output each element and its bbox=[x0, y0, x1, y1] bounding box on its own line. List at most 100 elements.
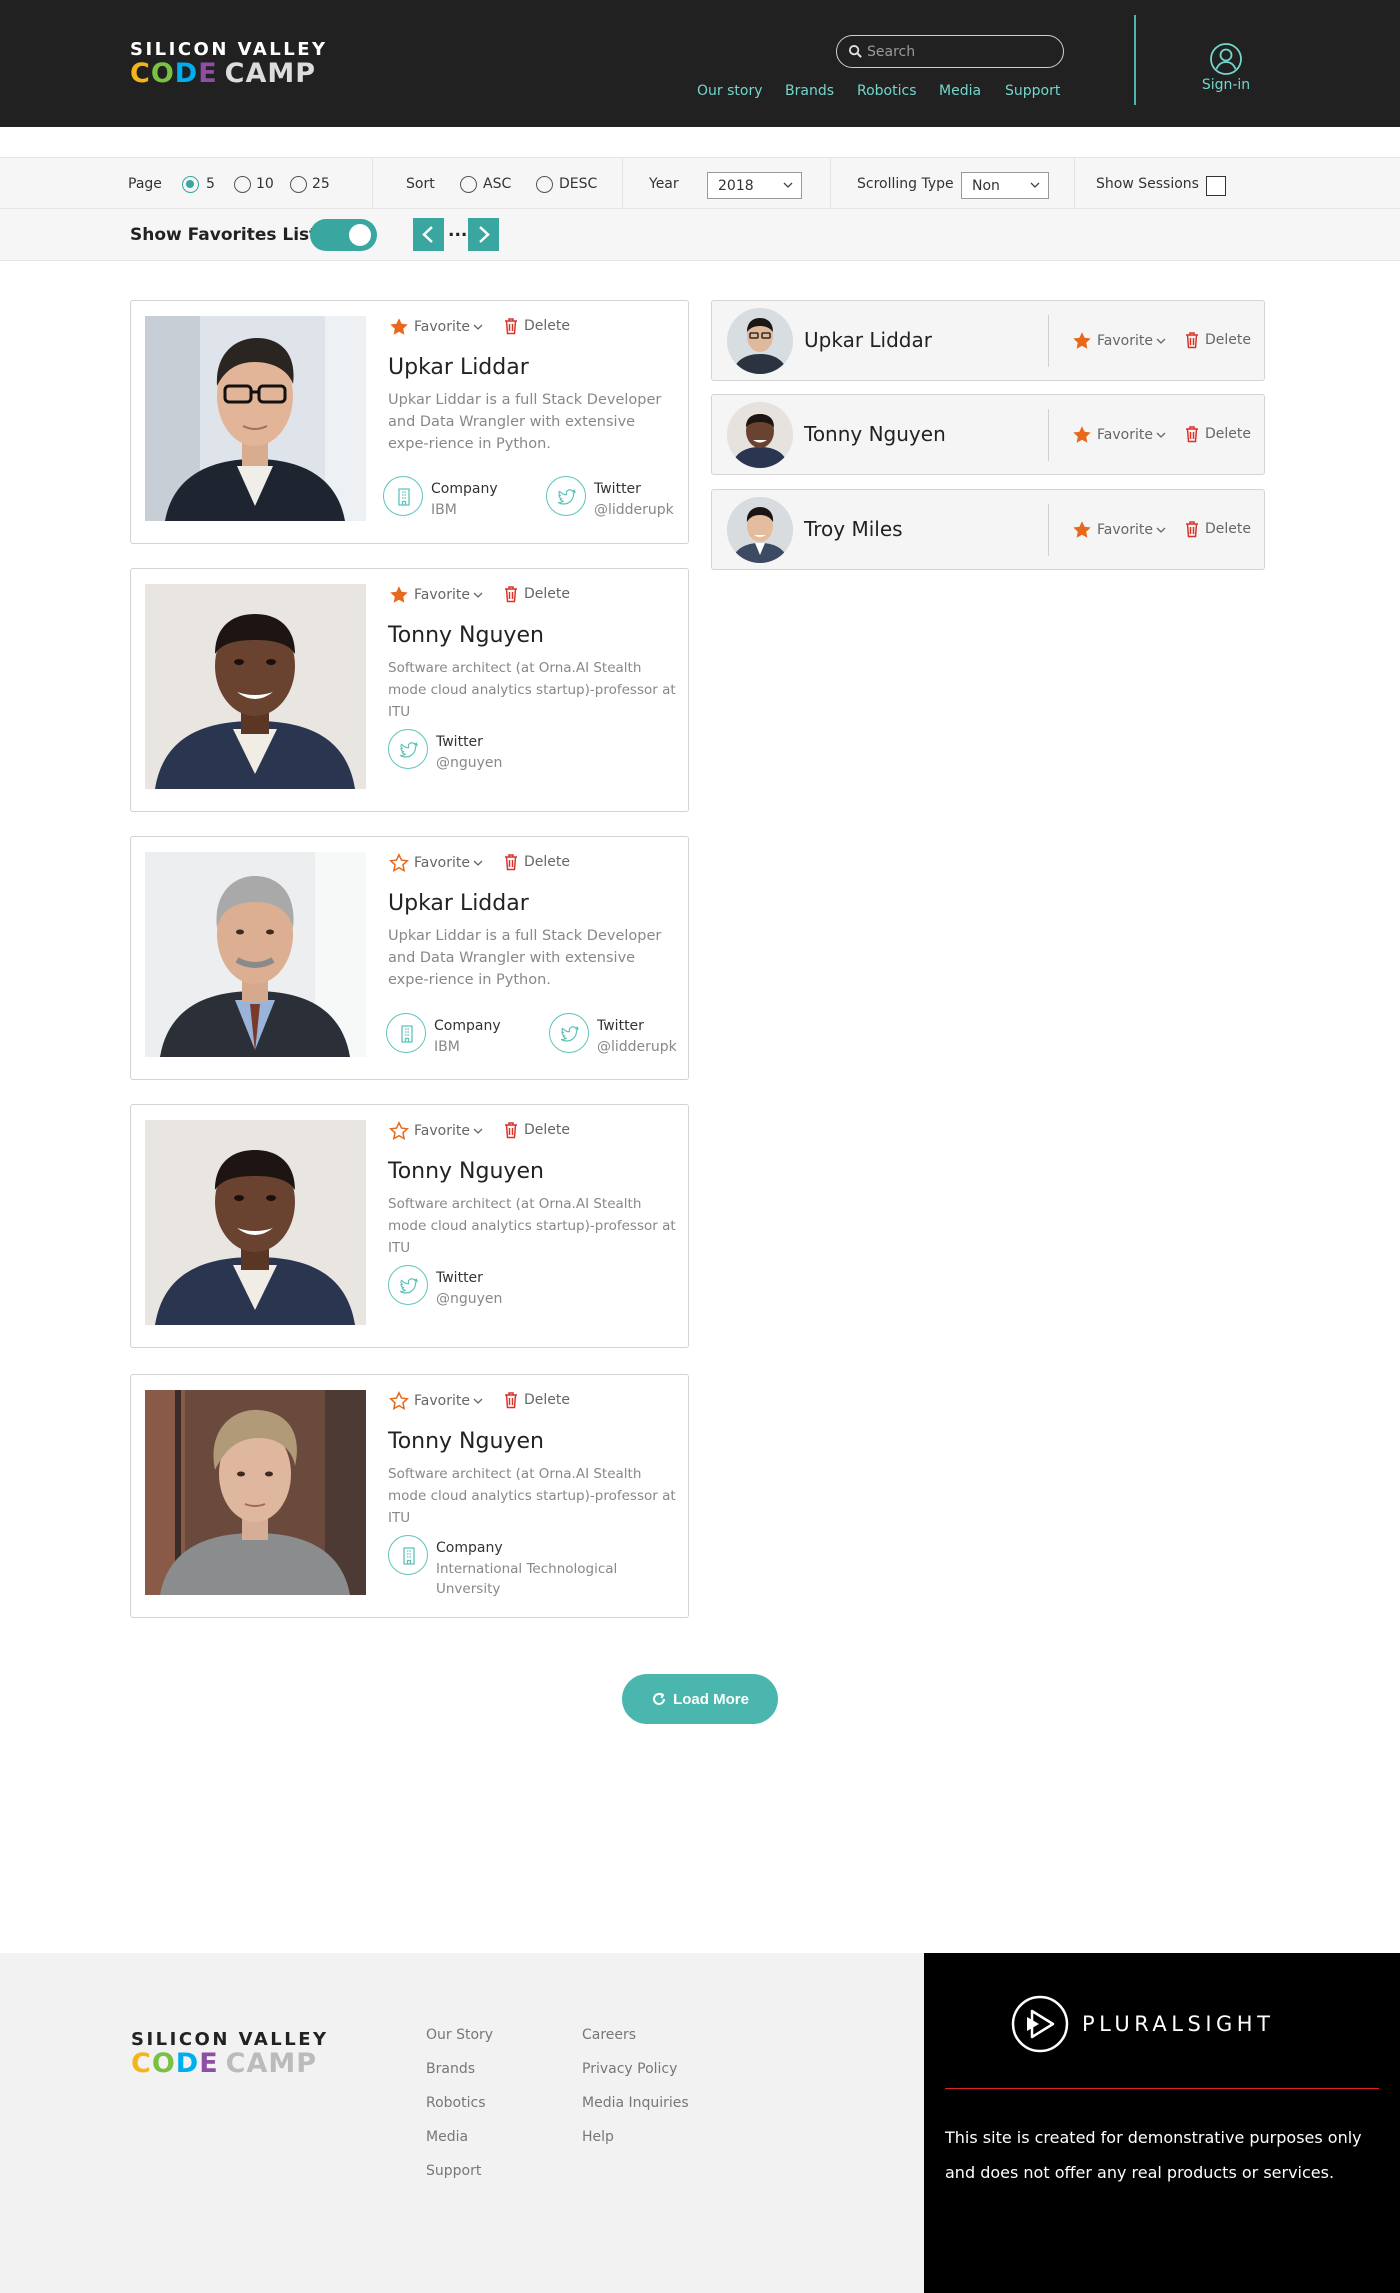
star-icon bbox=[389, 317, 409, 337]
nav-robotics[interactable]: Robotics bbox=[857, 83, 917, 99]
star-icon bbox=[1072, 425, 1092, 445]
footer-link-privacy-policy[interactable]: Privacy Policy bbox=[582, 2061, 677, 2077]
chevron-down-icon bbox=[473, 592, 483, 598]
footer-link-robotics[interactable]: Robotics bbox=[426, 2095, 486, 2111]
favorite-button[interactable]: Favorite bbox=[1072, 331, 1171, 351]
trash-icon bbox=[1184, 425, 1200, 443]
speaker-name: Upkar Liddar bbox=[388, 355, 529, 380]
speaker-name: Tonny Nguyen bbox=[388, 1429, 544, 1454]
favorite-name: Tonny Nguyen bbox=[804, 422, 946, 446]
sort-radio-desc[interactable] bbox=[536, 176, 553, 193]
favorite-button[interactable]: Favorite bbox=[389, 1391, 488, 1411]
delete-button[interactable]: Delete bbox=[503, 1121, 570, 1139]
filter-divider bbox=[372, 158, 373, 208]
chevron-right-icon bbox=[479, 226, 490, 243]
building-icon bbox=[386, 1013, 426, 1053]
favorite-button[interactable]: Favorite bbox=[1072, 520, 1171, 540]
twitter-handle[interactable]: @nguyen bbox=[436, 1289, 616, 1309]
nav-media[interactable]: Media bbox=[939, 83, 981, 99]
footer-link-our-story[interactable]: Our Story bbox=[426, 2027, 493, 2043]
show-favorites-toggle[interactable] bbox=[310, 219, 377, 251]
site-logo[interactable]: SILICON VALLEY CODE CAMP bbox=[130, 40, 328, 88]
twitter-handle[interactable]: @lidderupk bbox=[597, 1037, 777, 1057]
prev-page-button[interactable] bbox=[413, 218, 444, 251]
chevron-down-icon bbox=[1156, 338, 1166, 344]
twitter-info: Twitter @nguyen bbox=[388, 729, 616, 773]
sort-label: Sort bbox=[406, 176, 435, 192]
delete-button[interactable]: Delete bbox=[503, 585, 570, 603]
favorite-button[interactable]: Favorite bbox=[1072, 425, 1171, 445]
nav-our-story[interactable]: Our story bbox=[697, 83, 763, 99]
sort-radio-asc[interactable] bbox=[460, 176, 477, 193]
speaker-name: Tonny Nguyen bbox=[388, 1159, 544, 1184]
delete-button[interactable]: Delete bbox=[1184, 331, 1251, 349]
page-radio-5[interactable] bbox=[182, 176, 199, 193]
pluralsight-logo-text: PLURALSIGHT bbox=[1082, 2012, 1275, 2036]
star-icon bbox=[1072, 520, 1092, 540]
speaker-bio: Software architect (at Orna.AI Stealth m… bbox=[388, 660, 676, 720]
avatar bbox=[727, 402, 793, 468]
show-sessions-label: Show Sessions bbox=[1096, 176, 1199, 192]
scrolling-type-select[interactable]: Non bbox=[961, 172, 1049, 199]
speaker-card: Favorite Delete Tonny Nguyen Software ar… bbox=[130, 1374, 689, 1618]
signin-button[interactable]: Sign-in bbox=[1195, 42, 1257, 93]
footer-link-brands[interactable]: Brands bbox=[426, 2061, 475, 2077]
speaker-photo bbox=[145, 584, 366, 789]
trash-icon bbox=[1184, 331, 1200, 349]
footer-link-media-inquiries[interactable]: Media Inquiries bbox=[582, 2095, 689, 2111]
speaker-photo bbox=[145, 852, 366, 1057]
delete-button[interactable]: Delete bbox=[503, 1391, 570, 1409]
footer-link-careers[interactable]: Careers bbox=[582, 2027, 636, 2043]
delete-button[interactable]: Delete bbox=[503, 317, 570, 335]
chevron-down-icon bbox=[473, 1398, 483, 1404]
pluralsight-panel: PLURALSIGHT This site is created for dem… bbox=[924, 1953, 1400, 2293]
trash-icon bbox=[503, 585, 519, 603]
load-more-button[interactable]: Load More bbox=[622, 1674, 778, 1724]
favorite-button[interactable]: Favorite bbox=[389, 585, 488, 605]
delete-button[interactable]: Delete bbox=[1184, 425, 1251, 443]
speaker-bio: Upkar Liddar is a full Stack Developer a… bbox=[388, 928, 662, 988]
pager-ellipsis: ... bbox=[448, 221, 468, 241]
speaker-photo bbox=[145, 1390, 366, 1595]
show-sessions-checkbox[interactable] bbox=[1206, 176, 1226, 196]
nav-brands[interactable]: Brands bbox=[785, 83, 834, 99]
page-option-5: 5 bbox=[206, 176, 215, 192]
twitter-icon bbox=[549, 1013, 589, 1053]
building-icon bbox=[388, 1535, 428, 1575]
scrolling-type-label: Scrolling Type bbox=[857, 176, 954, 192]
footer-link-help[interactable]: Help bbox=[582, 2129, 614, 2145]
nav-support[interactable]: Support bbox=[1005, 83, 1060, 99]
sort-option-desc: DESC bbox=[559, 176, 598, 192]
refresh-icon bbox=[653, 1692, 666, 1705]
delete-button[interactable]: Delete bbox=[1184, 520, 1251, 538]
next-page-button[interactable] bbox=[468, 218, 499, 251]
favorites-bar: Show Favorites List ... bbox=[0, 209, 1400, 261]
show-favorites-label: Show Favorites List bbox=[130, 225, 318, 245]
footer-link-media[interactable]: Media bbox=[426, 2129, 468, 2145]
page-option-25: 25 bbox=[312, 176, 330, 192]
chevron-down-icon bbox=[473, 324, 483, 330]
speaker-photo bbox=[145, 1120, 366, 1325]
twitter-icon bbox=[388, 1265, 428, 1305]
page-radio-25[interactable] bbox=[290, 176, 307, 193]
speaker-bio: Software architect (at Orna.AI Stealth m… bbox=[388, 1466, 676, 1526]
footer-link-support[interactable]: Support bbox=[426, 2163, 481, 2179]
footer-logo[interactable]: SILICON VALLEY CODE CAMP bbox=[131, 2030, 329, 2078]
trash-icon bbox=[503, 1391, 519, 1409]
chevron-left-icon bbox=[422, 226, 433, 243]
twitter-icon bbox=[388, 729, 428, 769]
twitter-handle[interactable]: @nguyen bbox=[436, 753, 616, 773]
header-divider bbox=[1134, 15, 1136, 105]
twitter-info: Twitter @nguyen bbox=[388, 1265, 616, 1309]
disclaimer-text: This site is created for demonstrative p… bbox=[945, 2128, 1362, 2182]
delete-button[interactable]: Delete bbox=[503, 853, 570, 871]
favorite-button[interactable]: Favorite bbox=[389, 1121, 488, 1141]
star-icon bbox=[1072, 331, 1092, 351]
favorite-button[interactable]: Favorite bbox=[389, 317, 488, 337]
twitter-info: Twitter @lidderupk bbox=[549, 1013, 777, 1057]
page-radio-10[interactable] bbox=[234, 176, 251, 193]
speaker-card: Favorite Delete Tonny Nguyen Software ar… bbox=[130, 568, 689, 812]
search-input[interactable] bbox=[867, 41, 1052, 63]
year-select[interactable]: 2018 bbox=[707, 172, 802, 199]
favorite-button[interactable]: Favorite bbox=[389, 853, 488, 873]
